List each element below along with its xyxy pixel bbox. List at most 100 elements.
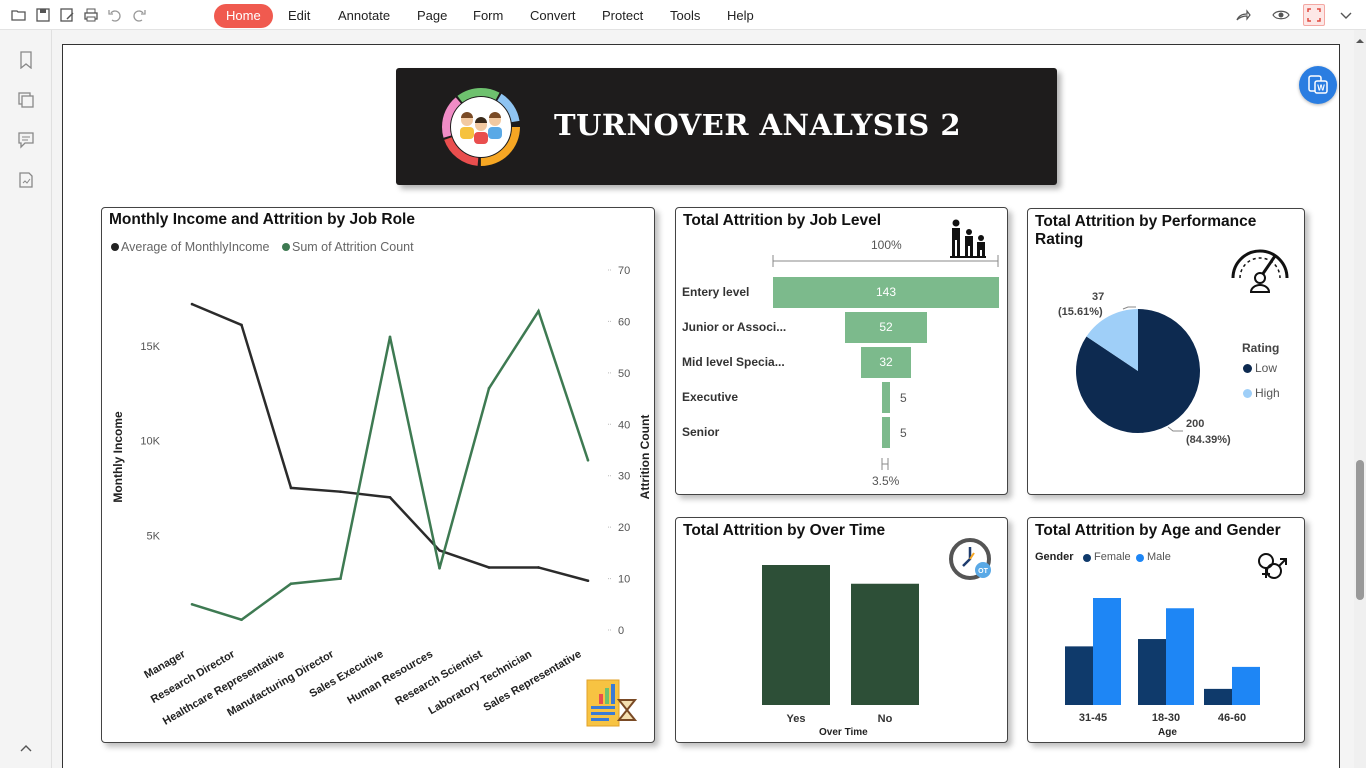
over-time-category-label: Yes [787,713,806,725]
over-time-bar [851,583,919,705]
income-point [537,566,540,569]
over-time-card: Total Attrition by Over Time OT Yes No Ov… [675,517,1008,743]
menu-edit[interactable]: Edit [288,4,310,28]
income-line [191,302,589,582]
open-folder-icon[interactable] [10,6,28,24]
performance-rating-card: Total Attrition by Performance Rating 37… [1027,208,1305,495]
save-as-icon[interactable] [58,6,76,24]
view-mode-icon[interactable] [1272,6,1290,24]
team-logo-icon [442,88,520,166]
funnel-category-label: Junior or Associ... [682,320,787,334]
bookmark-icon[interactable] [16,50,36,70]
right-axis-tick: 40 [618,419,630,431]
funnel-value-label: 32 [879,355,893,369]
right-axis-tick: 50 [618,368,630,380]
age-category-label: 46-60 [1218,712,1246,724]
dashboard-banner: TURNOVER ANALYSIS 2 [396,68,1057,185]
pie-legend-label-high: High [1255,386,1280,400]
category-label: Research Director [149,648,238,706]
age-gender-bar [1065,646,1093,705]
age-gender-bar [1232,666,1260,705]
funnel-bar [882,382,890,413]
pie-leader-low [1167,426,1183,432]
undo-icon[interactable] [106,6,124,24]
pie-legend-label-low: Low [1255,361,1278,375]
left-axis-tick: 10K [140,436,160,448]
right-axis-tick: 30 [618,471,630,483]
redo-icon[interactable] [130,6,148,24]
category-label: Human Resources [345,648,435,707]
svg-text:W: W [1317,84,1325,93]
right-axis-tick: 10 [618,574,630,586]
comment-icon[interactable] [16,130,36,150]
funnel-category-label: Mid level Specia... [682,355,785,369]
collapse-up-icon[interactable] [16,738,36,758]
attrition-point [586,458,590,462]
left-sidebar [0,30,52,768]
funnel-value-label: 5 [899,426,907,440]
left-axis-tick: 5K [147,530,161,542]
top-toolbar: Home Edit Annotate Page Form Convert Pro… [0,0,1366,30]
income-attrition-card: Monthly Income and Attrition by Job Role… [101,207,655,743]
menu-page[interactable]: Page [417,4,447,28]
over-time-bars: Yes No [762,565,919,725]
menu-protect[interactable]: Protect [602,4,643,28]
income-point [339,490,342,493]
age-category-label: 31-45 [1079,712,1107,724]
thumbnails-icon[interactable] [16,90,36,110]
pie-high-percent: (15.61%) [1058,306,1103,318]
menu-form[interactable]: Form [473,4,503,28]
income-point [438,549,441,552]
right-axis-tick: 60 [618,316,630,328]
vertical-scrollbar[interactable] [1354,30,1366,768]
age-gender-xlabel: Age [1158,727,1177,738]
income-point [487,566,491,569]
funnel-bottom-percent: 3.5% [872,474,900,488]
print-icon[interactable] [82,6,100,24]
right-axis-tick: 0 [618,625,624,637]
menu-home[interactable]: Home [214,4,273,28]
share-icon[interactable] [1234,6,1252,24]
fullscreen-icon[interactable] [1303,4,1325,26]
right-axis-tick: 20 [618,522,630,534]
convert-to-word-icon[interactable]: W [1299,66,1337,104]
funnel-top-bracket [772,255,999,470]
attrition-point [240,618,243,622]
save-icon[interactable] [34,6,52,24]
over-time-category-label: No [878,713,893,725]
age-gender-bar [1204,688,1232,705]
scrollbar-thumb[interactable] [1356,460,1364,600]
income-point [289,486,293,490]
attrition-point [289,582,293,586]
ylabel-attrition-count: Attrition Count [638,414,652,500]
income-point [586,579,590,583]
job-level-card: Total Attrition by Job Level 100% Entery… [675,207,1008,495]
attrition-point [537,309,540,313]
signature-icon[interactable] [16,170,36,190]
menu-help[interactable]: Help [727,4,754,28]
menu-convert[interactable]: Convert [530,4,576,28]
menu-annotate[interactable]: Annotate [338,4,390,28]
pie-legend-dot-low [1243,364,1252,373]
ylabel-monthly-income: Monthly Income [111,411,125,503]
pie-low-percent: (84.39%) [1186,434,1231,446]
income-attrition-plot: 15K10K5K706050403020100ManagerResearch D… [140,265,630,728]
pie-high-value: 37 [1092,291,1105,303]
pie-low-value: 200 [1186,418,1205,430]
attrition-point [190,602,194,606]
over-time-xlabel: Over Time [819,727,868,738]
dashboard-title: TURNOVER ANALYSIS 2 [554,108,962,142]
left-axis-tick: 15K [140,341,160,353]
chevron-down-icon[interactable] [1337,6,1355,24]
age-gender-bar [1093,598,1121,705]
funnel-category-label: Senior [682,425,720,439]
age-gender-bar [1166,608,1194,705]
right-axis-tick: 70 [618,265,630,277]
scroll-up-icon[interactable] [1356,32,1364,43]
pie-legend-title: Rating [1242,341,1280,355]
funnel-category-label: Executive [682,390,739,404]
funnel-value-label: 5 [899,391,907,405]
income-point [388,496,392,499]
funnel-category-label: Entery level [682,285,750,299]
menu-tools[interactable]: Tools [670,4,700,28]
